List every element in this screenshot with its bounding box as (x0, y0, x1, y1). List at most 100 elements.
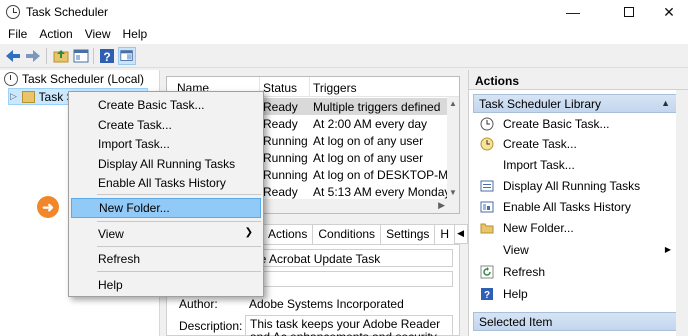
context-create-basic-task[interactable]: Create Basic Task... (71, 95, 261, 115)
detail-tabs: Actions Conditions Settings H ◀ (262, 224, 469, 244)
task-scheduler-icon (6, 5, 20, 19)
action-label: Display All Running Tasks (503, 179, 641, 193)
window-title: Task Scheduler (26, 5, 109, 19)
description-label: Description: (179, 319, 243, 333)
trigger-cell: At log on of DESKTOP-M7M9 (313, 168, 449, 182)
back-arrow-icon[interactable] (4, 47, 22, 65)
context-refresh[interactable]: Refresh (71, 249, 261, 269)
menu-view[interactable]: View (79, 24, 117, 44)
section-title: Task Scheduler Library (479, 97, 602, 111)
scroll-right-icon[interactable]: ▶ (438, 200, 445, 211)
action-label: Refresh (503, 265, 546, 279)
section-selected-item[interactable]: Selected Item (473, 312, 677, 331)
action-help[interactable]: ? Help (473, 284, 677, 304)
action-new-folder[interactable]: New Folder... (473, 218, 677, 238)
forward-arrow-icon[interactable] (24, 47, 42, 65)
menu-separator (97, 221, 261, 222)
tab-scroll-icon[interactable]: ◀ (454, 224, 469, 244)
context-create-task[interactable]: Create Task... (71, 115, 261, 135)
svg-text:?: ? (103, 50, 110, 64)
vertical-scrollbar[interactable]: ▲ ▼ (447, 97, 459, 213)
trigger-cell: At 5:13 AM every Monday of (313, 185, 449, 199)
show-hide-action-pane-icon[interactable] (118, 47, 136, 65)
toolbar: ? (0, 44, 688, 68)
tab-history[interactable]: H (434, 224, 456, 244)
menu-action[interactable]: Action (33, 24, 78, 44)
actions-scrollbar[interactable] (676, 90, 688, 336)
svg-text:?: ? (484, 290, 490, 301)
history-icon (479, 199, 495, 215)
clock-icon (4, 72, 18, 86)
folder-icon (21, 90, 35, 103)
chevron-right-icon[interactable]: ▷ (9, 91, 18, 102)
context-view[interactable]: View ❯ (71, 224, 261, 244)
scroll-down-icon[interactable]: ▼ (449, 188, 457, 197)
help-icon[interactable]: ? (98, 47, 116, 65)
action-label: Help (503, 287, 528, 301)
toolbar-separator (46, 48, 47, 64)
menu-bar: File Action View Help (0, 24, 688, 44)
context-new-folder[interactable]: New Folder... (71, 198, 261, 218)
action-view[interactable]: View ▶ (473, 240, 677, 260)
pointer-arrow-icon: ➜ (37, 196, 59, 218)
status-cell: Running (263, 151, 308, 165)
action-label: View (503, 243, 529, 257)
action-label: Create Task... (503, 137, 577, 151)
action-label: New Folder... (503, 221, 574, 235)
action-label: Import Task... (503, 158, 575, 172)
context-import-task[interactable]: Import Task... (71, 134, 261, 154)
minimize-button[interactable]: — (550, 0, 596, 24)
column-header-triggers[interactable]: Triggers (313, 81, 357, 95)
context-help[interactable]: Help (71, 275, 261, 295)
close-button[interactable]: ✕ (646, 0, 688, 24)
show-hide-console-tree-icon[interactable] (72, 47, 90, 65)
description-field[interactable]: This task keeps your Adobe Reader and Ac… (245, 315, 453, 336)
import-task-icon (479, 157, 495, 173)
scroll-up-icon[interactable]: ▲ (449, 99, 457, 108)
trigger-cell: At log on of any user (313, 151, 424, 165)
submenu-arrow-icon: ▶ (664, 245, 671, 254)
tab-settings[interactable]: Settings (380, 224, 436, 244)
menu-file[interactable]: File (2, 24, 33, 44)
action-import-task[interactable]: Import Task... (473, 155, 677, 175)
location-field[interactable] (249, 271, 453, 287)
context-display-running-tasks[interactable]: Display All Running Tasks (71, 154, 261, 174)
collapse-icon[interactable]: ▲ (661, 98, 670, 108)
action-create-task[interactable]: Create Task... (473, 134, 677, 154)
new-folder-icon (479, 220, 495, 236)
trigger-cell: Multiple triggers defined (313, 100, 441, 114)
tree-item-local[interactable]: Task Scheduler (Local) (4, 72, 144, 86)
menu-help[interactable]: Help (117, 24, 154, 44)
column-divider[interactable] (309, 77, 310, 97)
view-icon (479, 242, 495, 258)
up-folder-icon[interactable] (52, 47, 70, 65)
actions-header: Actions (469, 70, 688, 90)
tab-conditions[interactable]: Conditions (312, 224, 382, 244)
actions-pane: Actions Task Scheduler Library ▲ Create … (468, 70, 688, 336)
tab-actions[interactable]: Actions (262, 224, 314, 244)
toolbar-separator (93, 48, 94, 64)
status-cell: Ready (263, 185, 298, 199)
action-create-basic-task[interactable]: Create Basic Task... (473, 114, 677, 134)
running-tasks-icon (479, 178, 495, 194)
trigger-cell: At 2:00 AM every day (313, 117, 428, 131)
context-view-label: View (98, 227, 124, 241)
title-bar: Task Scheduler — ✕ (0, 0, 688, 24)
tree-root-label: Task Scheduler (Local) (22, 72, 145, 86)
column-header-status[interactable]: Status (263, 81, 297, 95)
create-task-icon (479, 136, 495, 152)
action-display-running-tasks[interactable]: Display All Running Tasks (473, 176, 677, 196)
menu-separator (97, 194, 261, 195)
section-title: Selected Item (479, 315, 553, 329)
action-label: Create Basic Task... (503, 117, 610, 131)
action-refresh[interactable]: Refresh (473, 262, 677, 282)
context-menu: Create Basic Task... Create Task... Impo… (68, 91, 264, 297)
task-name-field[interactable]: be Acrobat Update Task (249, 249, 453, 267)
section-task-scheduler-library[interactable]: Task Scheduler Library ▲ (473, 94, 677, 113)
action-enable-history[interactable]: Enable All Tasks History (473, 197, 677, 217)
context-enable-history[interactable]: Enable All Tasks History (71, 173, 261, 193)
menu-separator (97, 271, 261, 272)
status-cell: Running (263, 168, 308, 182)
status-cell: Ready (263, 100, 298, 114)
status-cell: Running (263, 134, 308, 148)
